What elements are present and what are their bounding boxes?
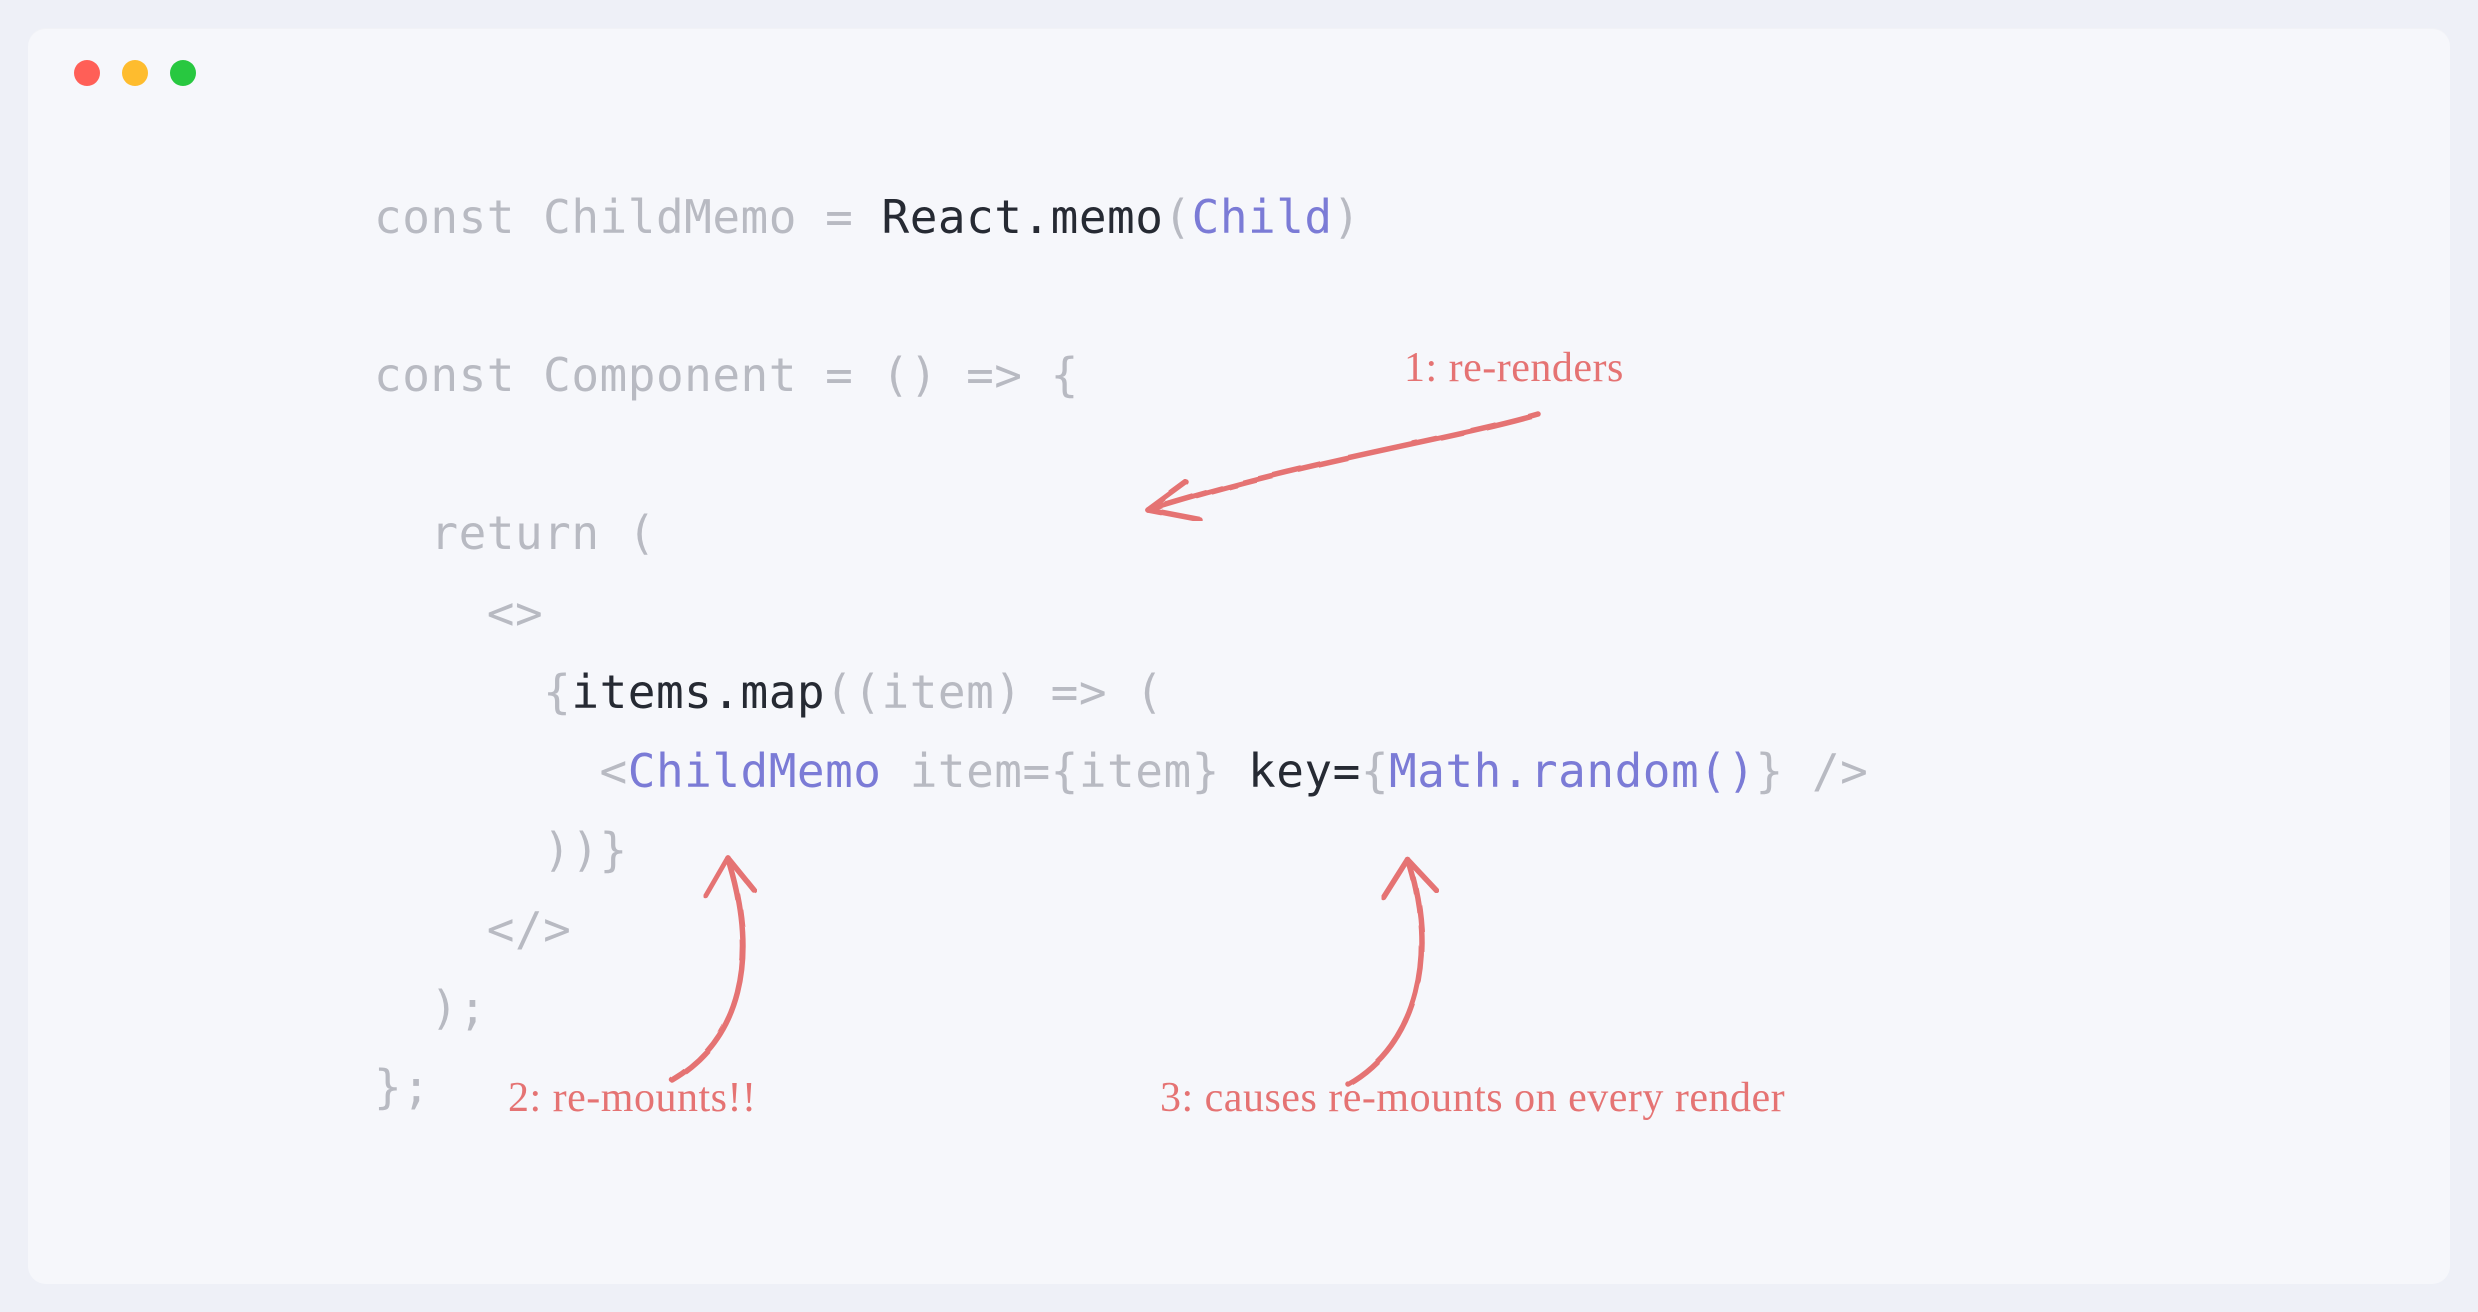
traffic-light-zoom-icon	[170, 60, 196, 86]
annotation-1-arrow-icon	[1108, 400, 1568, 550]
code-line-6: <>	[374, 586, 543, 640]
code-block: const ChildMemo = React.memo(Child) cons…	[374, 178, 1868, 1127]
traffic-light-close-icon	[74, 60, 100, 86]
code-line-7: {items.map((item) => (	[374, 665, 1163, 719]
traffic-light-minimize-icon	[122, 60, 148, 86]
code-line-12: };	[374, 1060, 430, 1114]
annotation-1-rerenders: 1: re-renders	[1404, 344, 1624, 392]
code-line-5: return (	[374, 506, 656, 560]
annotation-2-arrow-icon	[650, 840, 870, 1100]
code-line-11: );	[374, 981, 487, 1035]
code-line-1: const ChildMemo = React.memo(Child)	[374, 190, 1361, 244]
code-line-3: const Component = () => {	[374, 348, 1079, 402]
code-line-10: </>	[374, 902, 571, 956]
window-traffic-lights	[74, 60, 196, 86]
code-window: const ChildMemo = React.memo(Child) cons…	[28, 28, 2450, 1284]
code-line-9: ))}	[374, 823, 628, 877]
annotation-3-arrow-icon	[1308, 844, 1528, 1104]
code-line-8: <ChildMemo item={item} key={Math.random(…	[374, 744, 1868, 798]
